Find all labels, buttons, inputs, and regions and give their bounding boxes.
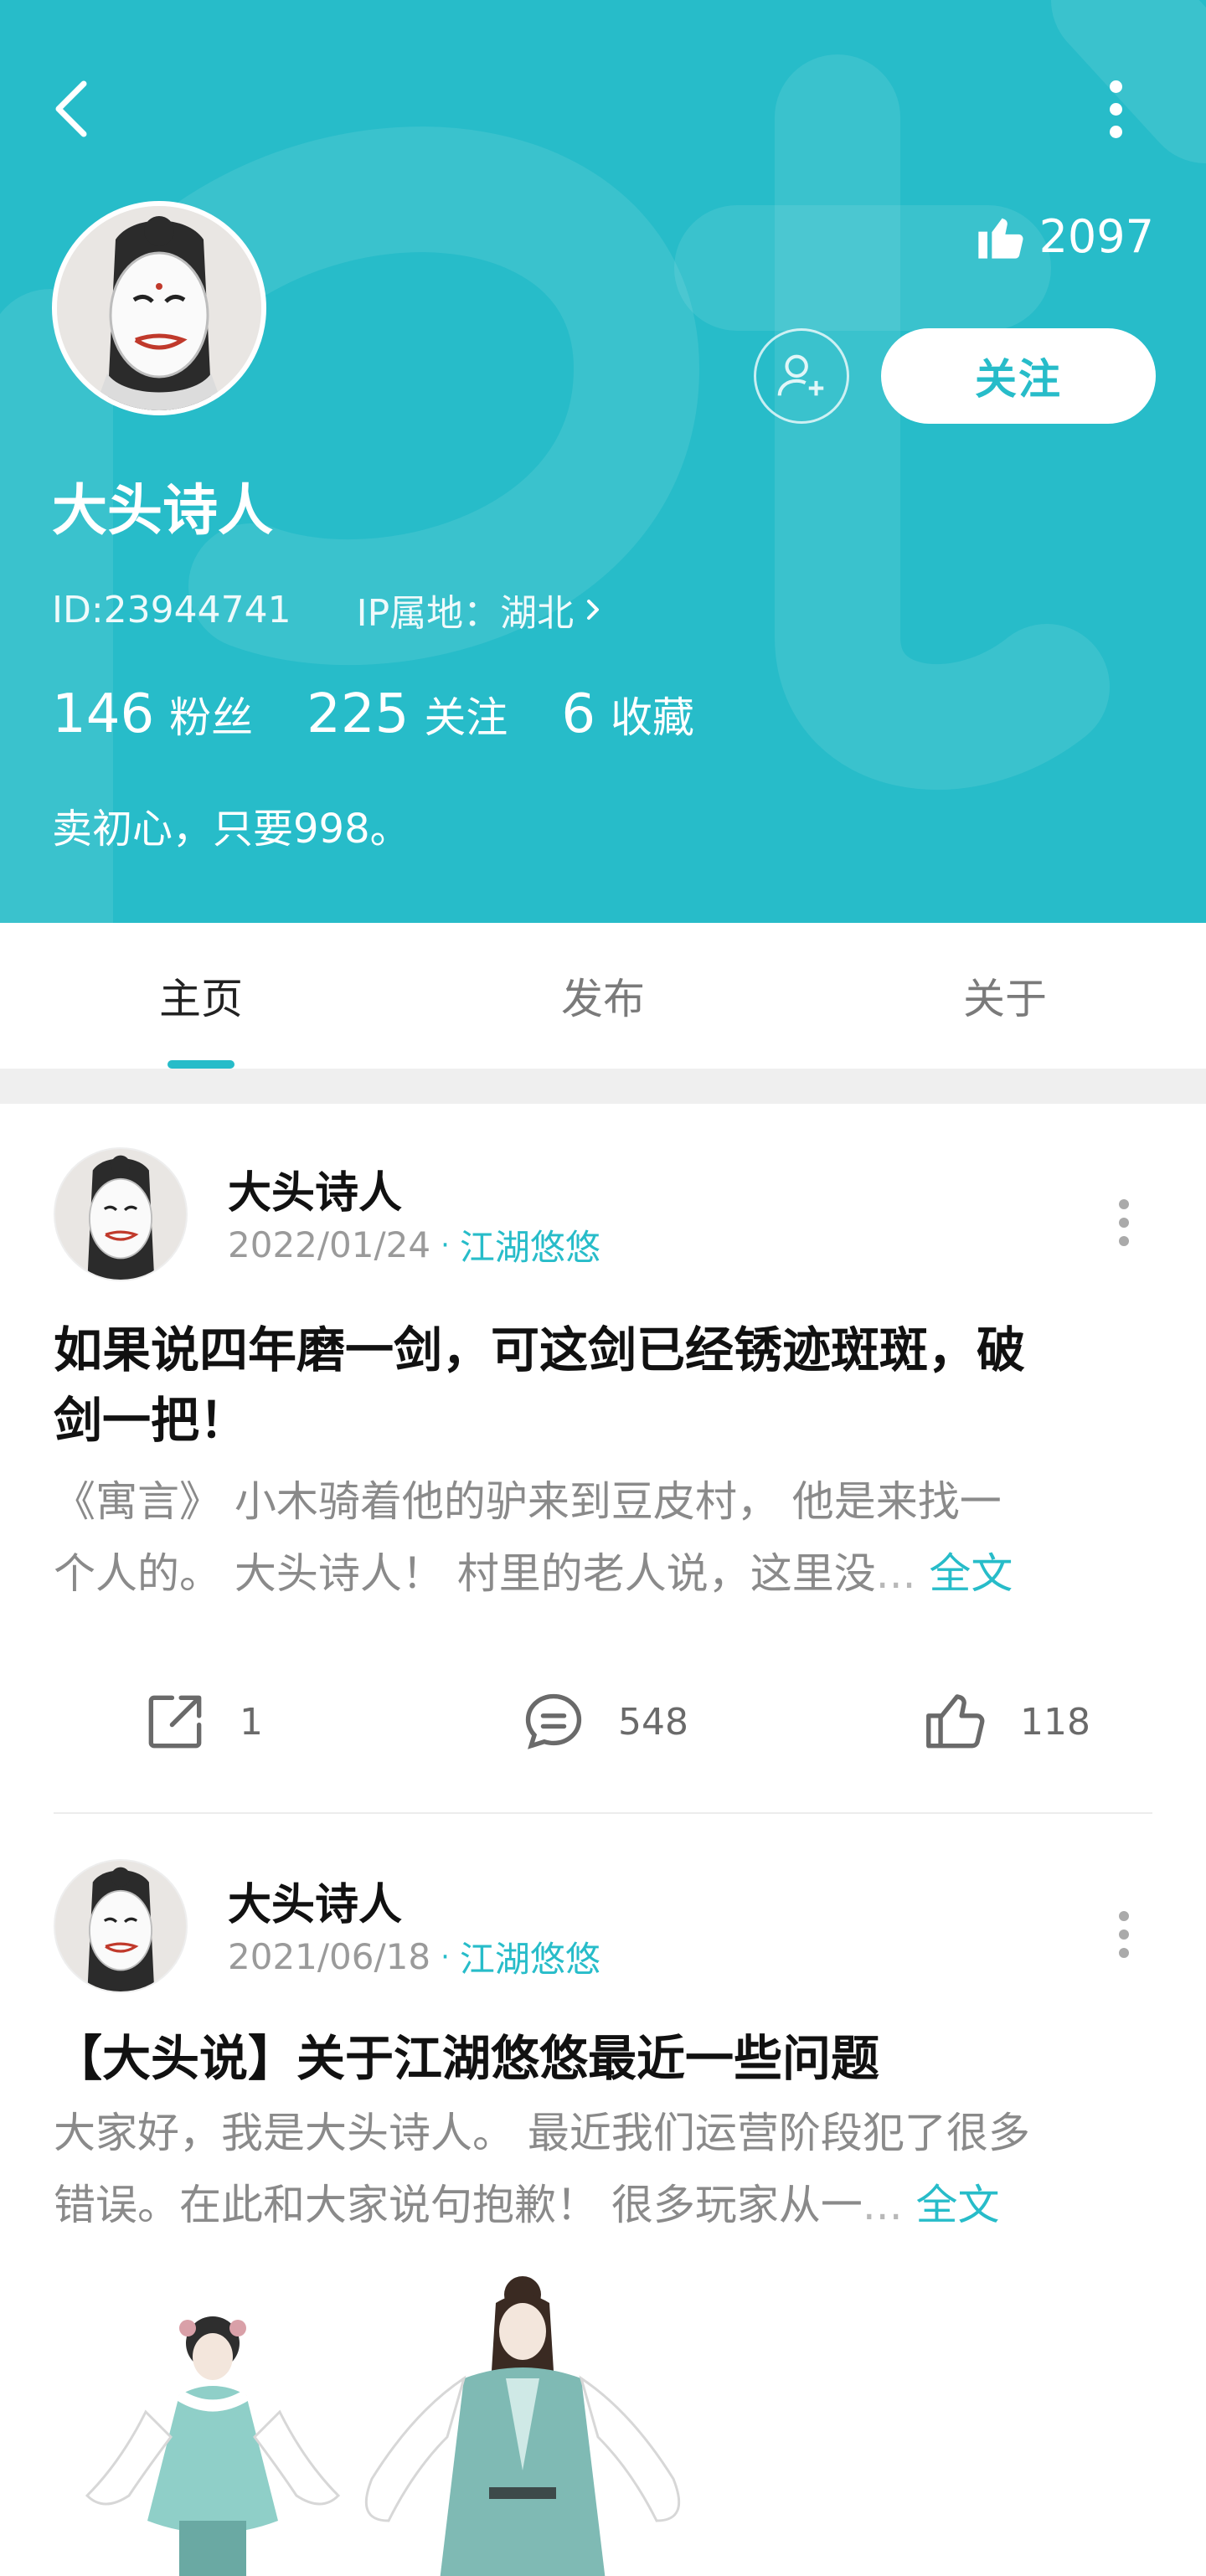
profile-nickname: 大头诗人 <box>52 478 273 543</box>
post-author-avatar[interactable] <box>54 1147 188 1281</box>
more-options-button[interactable] <box>1097 80 1134 138</box>
total-likes: 2097 <box>974 204 1154 268</box>
stat-following[interactable]: 225 关注 <box>307 683 508 745</box>
like-count: 118 <box>1020 1700 1090 1744</box>
ip-location-link[interactable]: IP属地：湖北 <box>357 583 606 636</box>
post-excerpt-line: 个人的。 大头诗人！ 村里的老人说，这里没... 全文 <box>54 1549 1013 1598</box>
post-excerpt[interactable]: 大家好，我是大头诗人。 最近我们运营阶段犯了很多 错误。在此和大家说句抱歉！ 很… <box>54 2097 1159 2241</box>
comment-count: 548 <box>618 1700 688 1744</box>
post-date: 2022/01/24 <box>228 1224 431 1265</box>
stat-number: 225 <box>307 683 410 745</box>
stat-followers[interactable]: 146 粉丝 <box>52 683 253 745</box>
add-user-icon <box>777 354 824 396</box>
post-title[interactable]: 【大头说】关于江湖悠悠最近一些问题 <box>54 2023 1159 2094</box>
thumbs-up-icon <box>977 218 1023 259</box>
meta-separator: · <box>441 1228 450 1262</box>
profile-tabs: 主页 发布 关于 <box>0 923 1206 1069</box>
comment-icon <box>525 1693 582 1749</box>
stat-label: 关注 <box>424 693 508 742</box>
add-friend-button[interactable] <box>754 328 849 424</box>
thumbs-up-outline-icon <box>926 1694 985 1749</box>
profile-stats: 146 粉丝 225 关注 6 收藏 <box>52 683 748 745</box>
profile-header: 2097 关注 大头诗人 ID:23944741 IP属地：湖北 146 粉丝 … <box>0 0 1206 923</box>
tab-about[interactable]: 关于 <box>804 923 1206 1069</box>
post-actions: 1 548 118 <box>0 1672 1206 1772</box>
mask-avatar-image <box>55 1149 186 1280</box>
comment-button[interactable]: 548 <box>402 1672 804 1772</box>
meta-separator: · <box>441 1940 450 1974</box>
post-title-line: 【大头说】关于江湖悠悠最近一些问题 <box>54 2030 880 2087</box>
read-full-link[interactable]: 全文 <box>929 1549 1013 1598</box>
post-excerpt-line: 错误。在此和大家说句抱歉！ 很多玩家从一... 全文 <box>54 2181 1000 2229</box>
user-id: ID:23944741 <box>52 588 291 631</box>
post-excerpt-line: 《寓言》 小木骑着他的驴来到豆皮村， 他是来找一 <box>54 1477 1002 1526</box>
post-title-line: 如果说四年磨一剑，可这剑已经锈迹斑斑，破 <box>54 1321 1026 1378</box>
post-topic[interactable]: 江湖悠悠 <box>460 1931 600 1982</box>
share-button[interactable]: 1 <box>0 1672 402 1772</box>
post-divider <box>54 1812 1152 1814</box>
stat-favorites[interactable]: 6 收藏 <box>561 683 694 745</box>
read-full-link[interactable]: 全文 <box>916 2181 1000 2229</box>
vertical-dots-icon <box>1119 1199 1129 1209</box>
post-meta: 2021/06/18 · 江湖悠悠 <box>228 1931 600 1982</box>
stat-number: 146 <box>52 683 155 745</box>
likes-count: 2097 <box>1038 209 1154 263</box>
section-divider <box>0 1069 1206 1104</box>
chevron-right-icon <box>587 600 600 620</box>
follow-button[interactable]: 关注 <box>881 328 1156 424</box>
ellipsis: ... <box>862 2181 903 2229</box>
post-title-line: 剑一把！ <box>54 1392 249 1449</box>
post-excerpt[interactable]: 《寓言》 小木骑着他的驴来到豆皮村， 他是来找一 个人的。 大头诗人！ 村里的老… <box>54 1466 1159 1610</box>
post-author-avatar[interactable] <box>54 1859 188 1993</box>
post-meta: 2022/01/24 · 江湖悠悠 <box>228 1219 600 1270</box>
chevron-left-icon <box>55 80 87 137</box>
vertical-dots-icon <box>1109 80 1122 93</box>
post-excerpt-line: 大家好，我是大头诗人。 最近我们运营阶段犯了很多 <box>54 2109 1030 2157</box>
post-title[interactable]: 如果说四年磨一剑，可这剑已经锈迹斑斑，破 剑一把！ <box>54 1315 1159 1455</box>
character-figure <box>85 2316 341 2576</box>
mask-avatar-image <box>57 206 261 410</box>
like-button[interactable]: 118 <box>804 1672 1206 1772</box>
stat-label: 粉丝 <box>169 693 254 742</box>
share-count: 1 <box>240 1700 263 1744</box>
profile-avatar[interactable] <box>52 201 266 415</box>
share-icon <box>148 1695 202 1749</box>
back-button[interactable] <box>49 77 95 141</box>
stat-label: 收藏 <box>611 693 695 742</box>
post-date: 2021/06/18 <box>228 1936 431 1977</box>
id-row: ID:23944741 IP属地：湖北 <box>52 583 606 636</box>
post-card[interactable]: 大头诗人 2021/06/18 · 江湖悠悠 【大头说】关于江湖悠悠最近一些问题… <box>0 1817 1206 2576</box>
post-more-button[interactable] <box>1114 1911 1134 1966</box>
post-illustration-image[interactable] <box>54 2269 807 2576</box>
watermark-logo <box>0 0 1206 923</box>
mask-avatar-image <box>55 1861 186 1991</box>
character-figure <box>364 2276 681 2576</box>
post-author-name[interactable]: 大头诗人 <box>228 1157 402 1220</box>
vertical-dots-icon <box>1119 1911 1129 1921</box>
profile-bio: 卖初心，只要998。 <box>52 806 410 853</box>
post-more-button[interactable] <box>1114 1199 1134 1255</box>
post-topic[interactable]: 江湖悠悠 <box>460 1219 600 1270</box>
tab-posts[interactable]: 发布 <box>402 923 804 1069</box>
tab-home[interactable]: 主页 <box>0 923 402 1069</box>
post-author-name[interactable]: 大头诗人 <box>228 1869 402 1932</box>
active-tab-indicator <box>168 1060 234 1069</box>
ip-location: IP属地：湖北 <box>356 592 575 635</box>
stat-number: 6 <box>561 683 596 745</box>
ellipsis: ... <box>875 1549 916 1598</box>
post-card[interactable]: 大头诗人 2022/01/24 · 江湖悠悠 如果说四年磨一剑，可这剑已经锈迹斑… <box>0 1104 1206 1816</box>
